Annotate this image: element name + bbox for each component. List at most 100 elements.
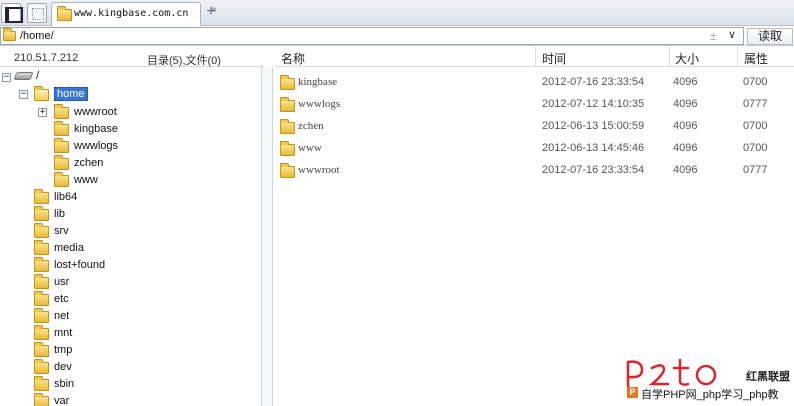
table-row[interactable]: wwwroot 2012-07-16 23:33:54 4096 0777 <box>278 160 794 182</box>
column-header-name[interactable]: 名称 <box>281 50 305 67</box>
path-input[interactable]: /home/ ± ∨ <box>0 27 744 45</box>
folder-icon <box>54 155 69 170</box>
left-pane-header: 210.51.7.212 目录(5),文件(0) <box>0 47 264 67</box>
file-time: 2012-07-16 23:33:54 <box>542 76 645 88</box>
column-header-time[interactable]: 时间 <box>542 50 566 67</box>
tree-item-label: mnt <box>54 327 73 339</box>
folder-icon <box>54 138 69 153</box>
file-name: zchen <box>298 120 324 132</box>
watermark-logo <box>620 358 750 388</box>
directory-count: 目录(5),文件(0) <box>147 55 221 67</box>
file-attr: 0777 <box>743 164 768 176</box>
blank-page-icon[interactable] <box>27 3 47 23</box>
tree-item-label: dev <box>54 361 72 373</box>
folder-open-icon <box>34 86 49 101</box>
server-ip: 210.51.7.212 <box>14 52 79 64</box>
column-divider[interactable] <box>669 47 670 67</box>
folder-icon <box>34 325 49 340</box>
folder-icon <box>34 189 49 204</box>
folder-icon <box>280 141 295 156</box>
tab-title: www.kingbase.com.cn <box>74 8 189 19</box>
folder-icon <box>34 359 49 374</box>
watermark-badge: P <box>627 387 638 398</box>
tree-item-label: home <box>54 87 88 101</box>
tree-item-label: srv <box>54 225 69 237</box>
file-name: wwwroot <box>298 164 340 176</box>
table-row[interactable]: www 2012-06-13 14:45:46 4096 0700 <box>278 138 794 160</box>
tree-item-label: wwwlogs <box>74 140 119 152</box>
file-size: 4096 <box>673 98 698 110</box>
folder-icon <box>34 376 49 391</box>
folder-icon <box>280 163 295 178</box>
file-time: 2012-07-12 14:10:35 <box>542 98 645 110</box>
drive-icon <box>13 72 34 80</box>
chevron-down-icon[interactable]: ∨ <box>728 28 736 41</box>
tree-item-label: media <box>54 242 84 254</box>
folder-icon <box>34 274 49 289</box>
tree-item-label: etc <box>54 293 69 305</box>
file-attr: 0700 <box>743 142 768 154</box>
column-divider[interactable] <box>737 47 738 67</box>
tree-item-label: lib64 <box>54 191 78 203</box>
folder-icon <box>3 28 16 41</box>
folder-icon <box>34 393 49 406</box>
file-size: 4096 <box>673 164 698 176</box>
table-row[interactable]: kingbase 2012-07-16 23:33:54 4096 0700 <box>278 72 794 94</box>
column-divider[interactable] <box>535 47 536 67</box>
file-time: 2012-06-13 14:45:46 <box>542 142 645 154</box>
tree-item-label: lib <box>54 208 66 220</box>
read-button[interactable]: 读取 <box>747 28 793 45</box>
file-list-header: 名称 时间 大小 属性 <box>275 47 794 67</box>
file-time: 2012-06-13 15:00:59 <box>542 120 645 132</box>
tree-item-label: wwwroot <box>74 106 117 118</box>
folder-icon <box>34 257 49 272</box>
column-header-size[interactable]: 大小 <box>675 50 699 67</box>
new-tab-button[interactable]: + <box>202 3 220 21</box>
file-size: 4096 <box>673 76 698 88</box>
file-attr: 0700 <box>743 120 768 132</box>
collapse-root-icon[interactable]: − <box>2 73 11 82</box>
file-name: www <box>298 142 322 154</box>
folder-icon <box>34 206 49 221</box>
file-attr: 0700 <box>743 76 768 88</box>
folder-icon <box>54 121 69 136</box>
watermark-tag: 红黑联盟 <box>746 371 790 383</box>
tree-item-label: zchen <box>74 157 104 169</box>
folder-icon <box>54 172 69 187</box>
tree-item-label: kingbase <box>74 123 119 135</box>
file-time: 2012-07-16 23:33:54 <box>542 164 645 176</box>
folder-icon <box>34 291 49 306</box>
folder-icon <box>34 223 49 238</box>
file-attr: 0777 <box>743 98 768 110</box>
folder-icon <box>34 342 49 357</box>
watermark-text: 自学PHP网_php学习_php教 <box>641 389 779 401</box>
folder-icon <box>280 75 295 90</box>
column-header-attr[interactable]: 属性 <box>744 50 768 67</box>
folder-icon <box>280 97 295 112</box>
folder-icon <box>54 104 69 119</box>
tree-item-label: var <box>54 395 70 406</box>
bookmark-icon[interactable]: ± <box>710 29 717 43</box>
tree-item-label: usr <box>54 276 70 288</box>
sidebar-toggle-icon[interactable] <box>1 3 23 23</box>
tree-item-label: lost+found <box>54 259 106 271</box>
collapse-home-icon[interactable]: − <box>19 90 28 99</box>
folder-icon <box>57 6 72 21</box>
table-row[interactable]: wwwlogs 2012-07-12 14:10:35 4096 0777 <box>278 94 794 116</box>
tree-item-label: sbin <box>54 378 75 390</box>
file-name: wwwlogs <box>298 98 341 110</box>
path-text: /home/ <box>20 30 54 42</box>
tree-item-label: tmp <box>54 344 73 356</box>
folder-icon <box>34 308 49 323</box>
pane-splitter[interactable] <box>261 67 273 406</box>
tree-root-label[interactable]: / <box>36 70 39 82</box>
file-size: 4096 <box>673 142 698 154</box>
tab-kingbase[interactable]: www.kingbase.com.cn <box>51 2 201 26</box>
folder-icon <box>34 240 49 255</box>
tree-item-label: net <box>54 310 70 322</box>
file-name: kingbase <box>298 76 338 88</box>
address-bar: /home/ ± ∨ 读取 <box>0 26 794 46</box>
table-row[interactable]: zchen 2012-06-13 15:00:59 4096 0700 <box>278 116 794 138</box>
tab-bar: www.kingbase.com.cn × + <box>0 0 794 26</box>
expand-wwwroot-icon[interactable]: + <box>38 108 47 117</box>
